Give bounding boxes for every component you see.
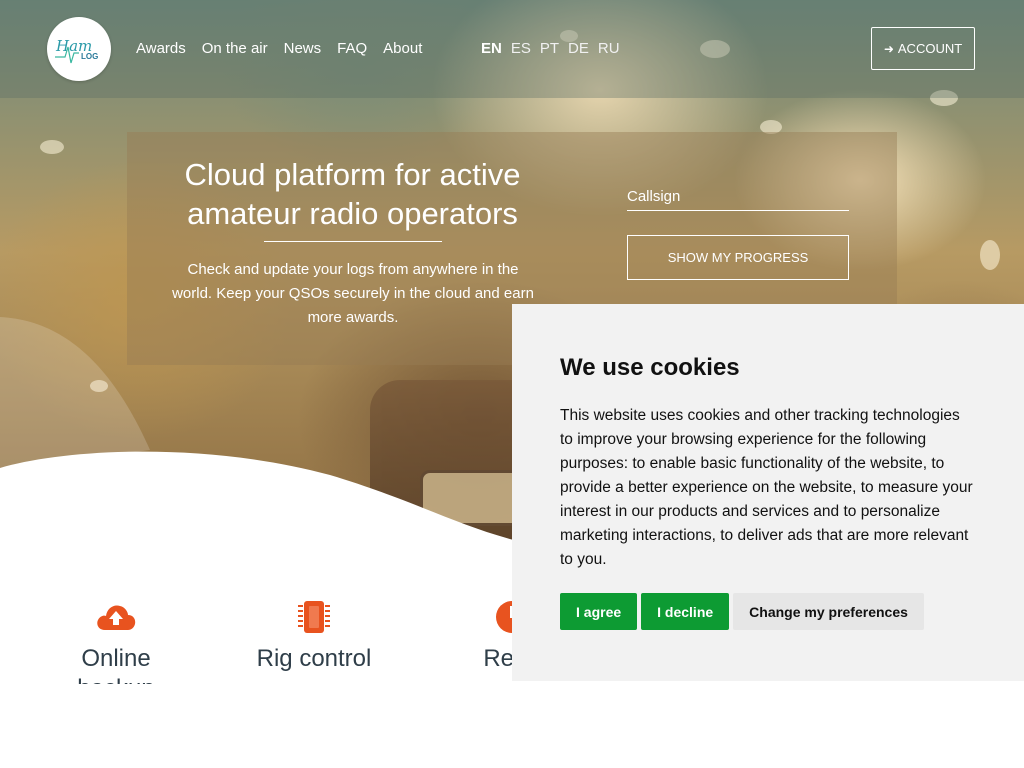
feature-rig-control: Rig control <box>234 600 394 674</box>
nav-awards[interactable]: Awards <box>136 39 186 59</box>
cloud-upload-icon <box>97 605 136 630</box>
language-switcher: EN ES PT DE RU <box>481 39 629 59</box>
cookie-agree-button[interactable]: I agree <box>560 593 638 630</box>
chip-icon <box>298 601 330 633</box>
nav-news[interactable]: News <box>284 39 322 59</box>
show-progress-button[interactable]: SHOW MY PROGRESS <box>627 235 849 280</box>
cookie-decline-button[interactable]: I decline <box>641 593 730 630</box>
cookie-buttons: I agree I decline Change my preferences <box>560 593 976 630</box>
sign-in-icon: ➜ <box>883 41 894 56</box>
cookie-text: This website uses cookies and other trac… <box>560 407 973 568</box>
lang-ru[interactable]: RU <box>598 39 620 59</box>
lang-de[interactable]: DE <box>568 39 589 59</box>
feature-label: Online <box>81 645 151 672</box>
nav-on-the-air[interactable]: On the air <box>202 39 268 59</box>
title-divider <box>264 241 442 242</box>
hamlog-logo-icon: Ham LOG <box>55 37 98 64</box>
main-nav: Awards On the air News FAQ About <box>136 39 438 59</box>
feature-online-backup: Online backup <box>36 600 196 684</box>
hero-title: Cloud platform for active amateur radio … <box>184 157 521 231</box>
site-logo[interactable]: Ham LOG <box>47 17 111 81</box>
feature-label: Rig control <box>256 645 372 672</box>
callsign-input[interactable] <box>627 182 849 211</box>
cookie-preferences-button[interactable]: Change my preferences <box>733 593 924 630</box>
nav-faq[interactable]: FAQ <box>337 39 367 59</box>
lang-es[interactable]: ES <box>511 39 531 59</box>
feature-label-line2: backup <box>36 674 196 684</box>
account-button[interactable]: ➜ ACCOUNT <box>871 27 975 70</box>
lang-en[interactable]: EN <box>481 39 502 59</box>
nav-about[interactable]: About <box>383 39 422 59</box>
account-label: ACCOUNT <box>897 41 963 56</box>
cookie-title: We use cookies <box>560 354 740 381</box>
lang-pt[interactable]: PT <box>540 39 559 59</box>
cookie-consent-dialog: We use cookies This website uses cookies… <box>512 304 1024 681</box>
svg-text:LOG: LOG <box>81 52 98 61</box>
